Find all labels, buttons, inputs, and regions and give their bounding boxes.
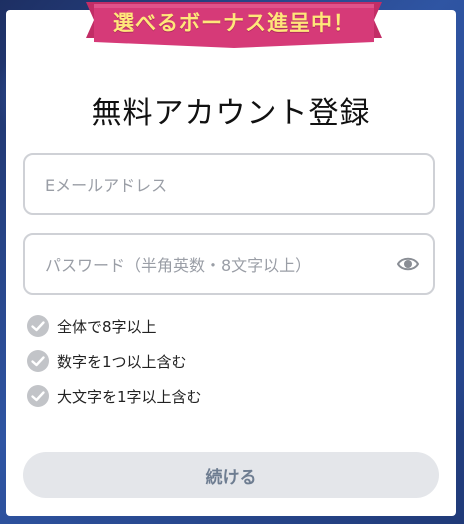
continue-button[interactable]: 続ける: [23, 452, 439, 498]
email-input[interactable]: [43, 155, 387, 215]
rule-label: 数字を1つ以上含む: [57, 353, 187, 371]
password-input[interactable]: [43, 235, 387, 295]
check-circle-icon: [27, 350, 49, 372]
signup-card: 選べるボーナス進呈中！ 無料アカウント登録 全体で8字以上 数字を1つ以上含む …: [6, 2, 456, 516]
promo-banner-text: 選べるボーナス進呈中！: [113, 11, 355, 35]
password-field[interactable]: [23, 233, 435, 295]
check-circle-icon: [27, 385, 49, 407]
email-field[interactable]: [23, 153, 435, 215]
page-title: 無料アカウント登録: [91, 96, 371, 131]
rule-label: 全体で8字以上: [57, 318, 157, 336]
promo-banner: 選べるボーナス進呈中！: [86, 2, 382, 48]
eye-icon[interactable]: [397, 254, 419, 274]
rule-label: 大文字を1字以上含む: [57, 388, 202, 406]
check-circle-icon: [27, 315, 49, 337]
